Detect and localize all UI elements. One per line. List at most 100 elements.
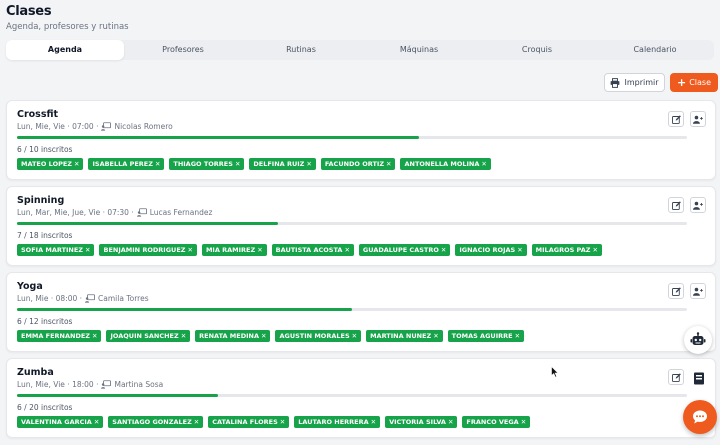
enrollment-count: 6 / 20 inscritos	[17, 403, 73, 412]
enrollment-count: 6 / 10 inscritos	[17, 145, 73, 154]
student-name: GUADALUPE CASTRO	[362, 246, 439, 254]
close-icon[interactable]: ✕	[85, 246, 90, 254]
enrollment-count: 7 / 18 inscritos	[17, 231, 73, 240]
enrollment-progress-fill	[17, 222, 278, 225]
student-name: ANTONELLA MOLINA	[404, 160, 480, 168]
student-name: RENATA MEDINA	[199, 332, 259, 340]
edit-icon	[671, 200, 681, 210]
close-icon[interactable]: ✕	[592, 246, 597, 254]
student-chip: FACUNDO ORTIZ ✕	[320, 158, 396, 170]
add-class-label: Clase	[689, 78, 712, 87]
chat-button[interactable]	[683, 400, 717, 434]
tab-agenda[interactable]: Agenda	[6, 40, 124, 60]
enrollment-progress	[17, 222, 687, 225]
student-name: TOMAS AGUIRRE	[451, 332, 513, 340]
student-chip: BAUTISTA ACOSTA ✕	[271, 244, 354, 256]
notebook-icon[interactable]	[688, 367, 710, 389]
close-icon[interactable]: ✕	[481, 160, 486, 168]
class-teacher: Lucas Fernandez	[149, 208, 213, 217]
edit-class-button[interactable]	[668, 369, 684, 385]
close-icon[interactable]: ✕	[515, 332, 520, 340]
close-icon[interactable]: ✕	[433, 332, 438, 340]
close-icon[interactable]: ✕	[344, 246, 349, 254]
student-name: MATEO LOPEZ	[21, 160, 73, 168]
class-meta: Lun, Mie · 08:00 · Camila Torres	[17, 294, 149, 303]
edit-class-button[interactable]	[668, 111, 684, 127]
class-meta: Lun, Mie, Vie · 07:00 · Nicolas Romero	[17, 122, 173, 131]
student-name: SOFIA MARTINEZ	[21, 246, 84, 254]
teacher-icon	[101, 122, 112, 131]
class-card: Crossfit Lun, Mie, Vie · 07:00 · Nicolas R…	[6, 100, 716, 180]
printer-icon	[611, 77, 620, 88]
close-icon[interactable]: ✕	[74, 160, 79, 168]
student-name: MIA RAMIREZ	[205, 246, 256, 254]
student-name: FACUNDO ORTIZ	[324, 160, 385, 168]
class-teacher: Camila Torres	[98, 294, 149, 303]
student-name: JOAQUIN SANCHEZ	[110, 332, 179, 340]
add-student-button[interactable]	[690, 197, 706, 213]
print-button[interactable]: Imprimir	[604, 73, 665, 92]
chat-icon	[693, 410, 707, 424]
student-name: DELFINA RUIZ	[253, 160, 305, 168]
class-schedule: Lun, Mie, Vie · 18:00 ·	[17, 380, 99, 389]
student-name: EMMA FERNANDEZ	[21, 332, 91, 340]
class-card: Spinning Lun, Mar, Mie, Jue, Vie · 07:30 …	[6, 186, 716, 266]
student-name: BENJAMIN RODRIGUEZ	[103, 246, 186, 254]
class-name: Spinning	[17, 195, 65, 206]
add-user-icon	[693, 115, 703, 124]
close-icon[interactable]: ✕	[306, 160, 311, 168]
close-icon[interactable]: ✕	[280, 418, 285, 426]
close-icon[interactable]: ✕	[257, 246, 262, 254]
tab-maquinas[interactable]: Máquinas	[360, 40, 478, 60]
close-icon[interactable]: ✕	[94, 418, 99, 426]
edit-class-button[interactable]	[668, 283, 684, 299]
student-name: MILAGROS PAZ	[535, 246, 591, 254]
class-schedule: Lun, Mar, Mie, Jue, Vie · 07:30 ·	[17, 208, 134, 217]
add-student-button[interactable]	[690, 111, 706, 127]
class-teacher: Martina Sosa	[114, 380, 164, 389]
class-name: Zumba	[17, 367, 54, 378]
student-chip: MATEO LOPEZ ✕	[17, 158, 84, 170]
student-chip: SOFIA MARTINEZ ✕	[17, 244, 95, 256]
student-chip: SANTIAGO GONZALEZ ✕	[108, 416, 204, 428]
tab-calendario[interactable]: Calendario	[596, 40, 714, 60]
student-name: CATALINA FLORES	[212, 418, 278, 426]
close-icon[interactable]: ✕	[448, 418, 453, 426]
class-card: Yoga Lun, Mie · 08:00 · Camila Torres 6 / 1…	[6, 272, 716, 352]
mouse-cursor-icon	[551, 366, 559, 378]
add-class-button[interactable]: + Clase	[670, 73, 718, 92]
add-user-icon	[693, 287, 703, 296]
student-chip-list: SOFIA MARTINEZ ✕ BENJAMIN RODRIGUEZ ✕ MIA RA…	[17, 244, 602, 256]
class-meta: Lun, Mie, Vie · 18:00 · Martina Sosa	[17, 380, 163, 389]
close-icon[interactable]: ✕	[92, 332, 97, 340]
close-icon[interactable]: ✕	[261, 332, 266, 340]
robot-icon	[690, 332, 706, 345]
student-chip: GUADALUPE CASTRO ✕	[358, 244, 451, 256]
tab-profesores[interactable]: Profesores	[124, 40, 242, 60]
assistant-button[interactable]	[684, 326, 712, 354]
student-chip-list: EMMA FERNANDEZ ✕ JOAQUIN SANCHEZ ✕ RENATA ME…	[17, 330, 525, 342]
close-icon[interactable]: ✕	[155, 160, 160, 168]
close-icon[interactable]: ✕	[194, 418, 199, 426]
close-icon[interactable]: ✕	[386, 160, 391, 168]
student-chip-list: VALENTINA GARCIA ✕ SANTIAGO GONZALEZ ✕ CATAL…	[17, 416, 531, 428]
tab-rutinas[interactable]: Rutinas	[242, 40, 360, 60]
close-icon[interactable]: ✕	[371, 418, 376, 426]
close-icon[interactable]: ✕	[441, 246, 446, 254]
close-icon[interactable]: ✕	[521, 418, 526, 426]
close-icon[interactable]: ✕	[352, 332, 357, 340]
enrollment-progress-fill	[17, 394, 218, 397]
student-chip: CATALINA FLORES ✕	[208, 416, 290, 428]
close-icon[interactable]: ✕	[517, 246, 522, 254]
student-chip: FRANCO VEGA ✕	[462, 416, 531, 428]
close-icon[interactable]: ✕	[187, 246, 192, 254]
add-user-icon	[693, 201, 703, 210]
tab-croquis[interactable]: Croquis	[478, 40, 596, 60]
edit-class-button[interactable]	[668, 197, 684, 213]
add-student-button[interactable]	[690, 283, 706, 299]
student-name: LAUTARO HERRERA	[298, 418, 369, 426]
student-chip: JOAQUIN SANCHEZ ✕	[106, 330, 191, 342]
class-name: Crossfit	[17, 109, 59, 120]
close-icon[interactable]: ✕	[181, 332, 186, 340]
close-icon[interactable]: ✕	[235, 160, 240, 168]
